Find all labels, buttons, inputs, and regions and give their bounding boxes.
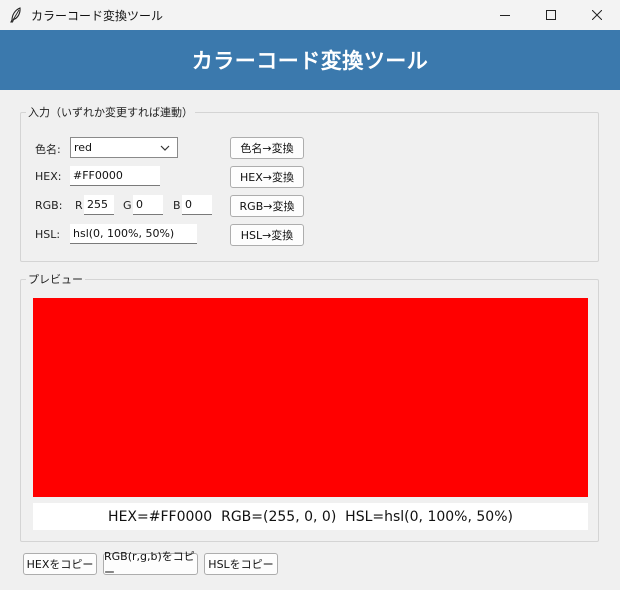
rgb-g-field[interactable] [133, 195, 163, 215]
input-group-legend: 入力（いずれか変更すれば連動） [26, 104, 195, 120]
window-titlebar: カラーコード変換ツール [0, 0, 620, 30]
copy-hsl-button[interactable]: HSLをコピー [204, 553, 278, 575]
close-icon [592, 10, 602, 20]
hsl-convert-button[interactable]: HSL→変換 [230, 224, 304, 246]
rgb-r-field[interactable] [84, 195, 114, 215]
maximize-button[interactable] [528, 0, 574, 30]
minimize-button[interactable] [482, 0, 528, 30]
copy-hex-button[interactable]: HEXをコピー [23, 553, 97, 575]
window-title: カラーコード変換ツール [31, 9, 164, 23]
color-info-value: HEX=#FF0000 RGB=(255, 0, 0) HSL=hsl(0, 1… [108, 508, 513, 525]
color-preview-swatch [33, 298, 588, 497]
rgb-convert-button[interactable]: RGB→変換 [230, 195, 304, 217]
preview-group-legend: プレビュー [26, 271, 85, 287]
hsl-label: HSL: [35, 228, 61, 241]
rgb-label: RGB: [35, 199, 63, 212]
rgb-b-label: B [173, 199, 181, 212]
hsl-field[interactable] [70, 224, 197, 244]
close-button[interactable] [574, 0, 620, 30]
hex-label: HEX: [35, 170, 62, 183]
chevron-down-icon [160, 145, 170, 151]
rgb-b-field[interactable] [182, 195, 212, 215]
color-info-text: HEX=#FF0000 RGB=(255, 0, 0) HSL=hsl(0, 1… [33, 503, 588, 530]
app-header-title: カラーコード変換ツール [191, 49, 429, 73]
rgb-r-label: R [75, 199, 83, 212]
hex-convert-button[interactable]: HEX→変換 [230, 166, 304, 188]
color-name-convert-button[interactable]: 色名→変換 [230, 137, 304, 159]
color-name-value: red [74, 141, 93, 154]
app-header: カラーコード変換ツール [0, 30, 620, 90]
maximize-icon [546, 10, 556, 20]
minimize-icon [500, 15, 510, 16]
copy-rgb-button[interactable]: RGB(r,g,b)をコピー [103, 550, 198, 579]
rgb-g-label: G [123, 199, 132, 212]
color-name-select[interactable]: red [70, 137, 178, 158]
feather-icon [9, 7, 23, 23]
color-name-label: 色名: [35, 143, 61, 156]
hex-field[interactable] [70, 166, 160, 186]
